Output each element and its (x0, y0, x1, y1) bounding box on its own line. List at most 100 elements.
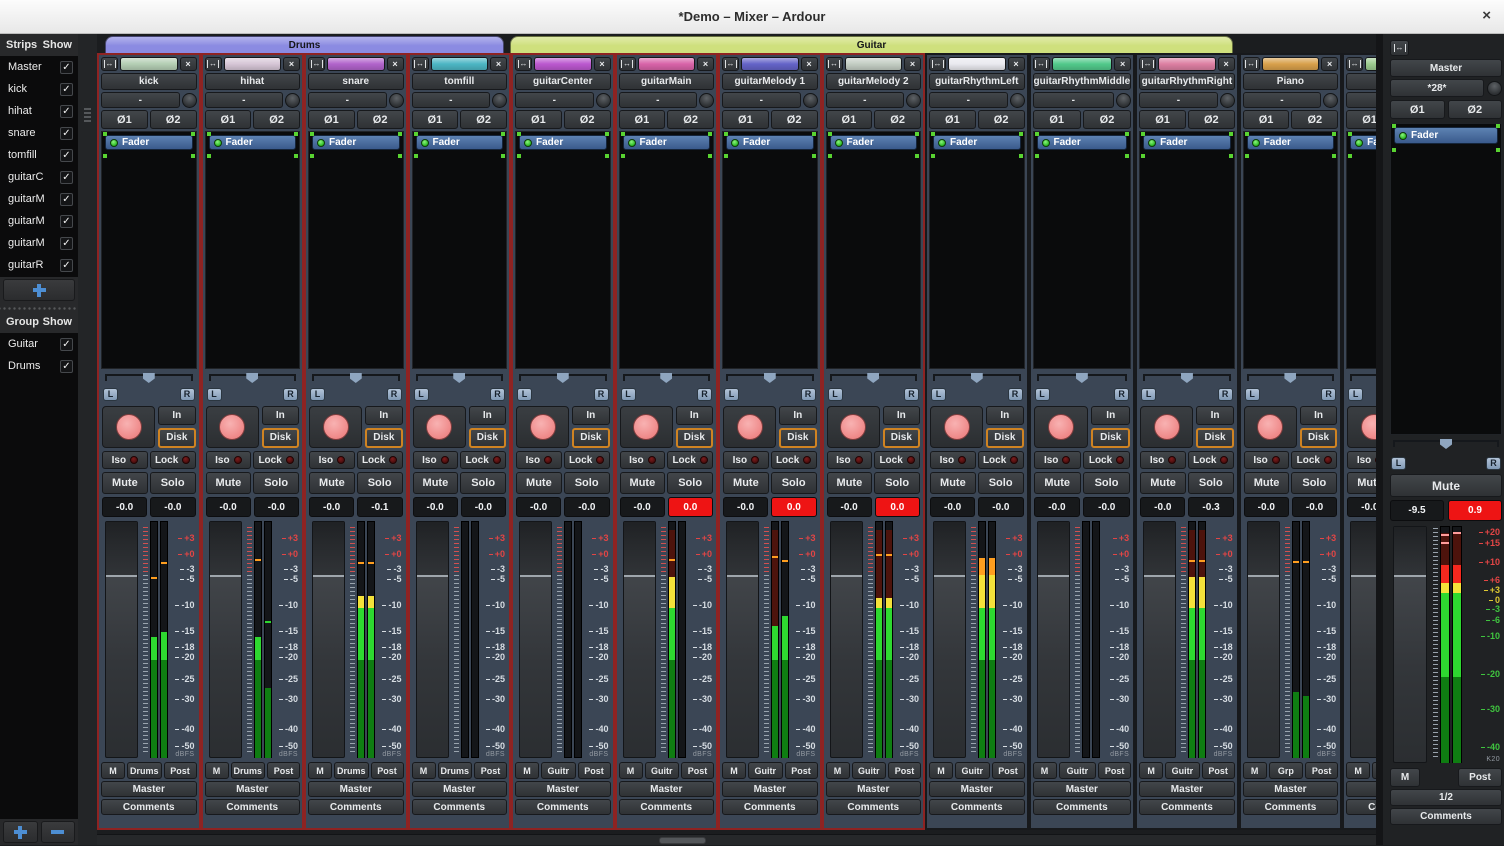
pan-left-button[interactable]: L (1348, 388, 1363, 401)
record-arm-button[interactable] (309, 406, 362, 448)
gain-display[interactable]: -0.0 (1140, 497, 1185, 517)
channel-fader[interactable] (416, 521, 449, 758)
show-checkbox[interactable]: ✓ (60, 215, 73, 228)
strip-hide-button[interactable]: × (283, 57, 300, 71)
stereo-panner[interactable]: L R (620, 372, 714, 402)
solo-lock-button[interactable]: Lock (771, 451, 817, 469)
pan-left-button[interactable]: L (621, 388, 636, 401)
channel-fader[interactable] (623, 521, 656, 758)
panner-handle[interactable] (143, 373, 155, 383)
strip-hide-button[interactable]: × (1321, 57, 1338, 71)
input-button[interactable]: - (1243, 92, 1322, 108)
panner-handle[interactable] (764, 373, 776, 383)
solo-lock-button[interactable]: Lock (874, 451, 920, 469)
strip-hide-button[interactable]: × (1008, 57, 1025, 71)
pan-left-button[interactable]: L (931, 388, 946, 401)
solo-isolate-button[interactable]: Iso (1034, 451, 1081, 469)
solo-isolate-button[interactable]: Iso (827, 451, 873, 469)
processor-active-led-icon[interactable] (317, 139, 325, 147)
processor-box[interactable]: Fader (1243, 131, 1339, 369)
peak-display[interactable]: -0.0 (1292, 497, 1337, 517)
peak-display[interactable]: -0.0 (461, 497, 506, 517)
gain-display[interactable]: -0.0 (930, 497, 975, 517)
processor-box[interactable]: Fader (1346, 131, 1376, 369)
record-arm-button[interactable] (620, 406, 673, 448)
group-button[interactable]: Guitr (541, 762, 576, 779)
peak-display[interactable]: -0.1 (357, 497, 402, 517)
strip-name-button[interactable]: guitarMain (619, 73, 715, 90)
group-button[interactable]: Grp (1269, 762, 1304, 779)
group-button[interactable]: Grp (1372, 762, 1376, 779)
add-track-button[interactable] (3, 279, 75, 301)
meter-point-button[interactable]: Post (681, 762, 714, 779)
metering-button[interactable]: M (722, 762, 746, 779)
strip-width-toggle[interactable]: ↔ (412, 57, 429, 71)
record-arm-button[interactable] (1034, 406, 1089, 448)
phase-1-button[interactable]: Ø1 (1139, 110, 1186, 129)
solo-button[interactable]: Solo (874, 472, 920, 494)
gain-display[interactable]: -0.0 (1034, 497, 1081, 517)
strip-color-bar[interactable] (1052, 57, 1113, 71)
strip-hide-button[interactable]: × (801, 57, 818, 71)
strip-name-button[interactable]: tomfill (412, 73, 508, 90)
input-button[interactable]: - (1346, 92, 1376, 108)
processor-box[interactable]: Fader (826, 131, 922, 369)
channel-fader[interactable] (1247, 521, 1280, 758)
panner-handle[interactable] (867, 373, 879, 383)
phase-2-button[interactable]: Ø2 (874, 110, 921, 129)
monitor-disk-button[interactable]: Disk (572, 428, 609, 449)
show-checkbox[interactable]: ✓ (60, 237, 73, 250)
sidebar-strip-guitarm[interactable]: guitarM✓ (0, 232, 78, 254)
meter-point-button[interactable]: Post (1458, 768, 1502, 787)
phase-2-button[interactable]: Ø2 (460, 110, 507, 129)
strip-width-toggle[interactable]: ↔ (1243, 57, 1260, 71)
processor-active-led-icon[interactable] (1042, 139, 1050, 147)
panner-handle[interactable] (1440, 439, 1452, 449)
fader-processor[interactable]: Fader (519, 135, 607, 150)
phase-1-button[interactable]: Ø1 (1390, 100, 1445, 119)
peak-display[interactable]: -0.0 (1083, 497, 1130, 517)
monitor-disk-button[interactable]: Disk (676, 428, 713, 449)
strip-hide-button[interactable]: × (490, 57, 507, 71)
output-button[interactable]: Master (619, 781, 715, 797)
output-button[interactable]: Master (412, 781, 508, 797)
phase-1-button[interactable]: Ø1 (1033, 110, 1081, 129)
monitor-disk-button[interactable]: Disk (779, 428, 816, 449)
phase-2-button[interactable]: Ø2 (150, 110, 197, 129)
solo-isolate-button[interactable]: Iso (1140, 451, 1186, 469)
mute-button[interactable]: Mute (1390, 474, 1502, 497)
phase-2-button[interactable]: Ø2 (564, 110, 611, 129)
processor-box[interactable]: Fader (308, 131, 404, 369)
fader-processor[interactable]: Fader (416, 135, 504, 150)
trim-knob[interactable] (596, 93, 611, 108)
phase-1-button[interactable]: Ø1 (1346, 110, 1376, 129)
gain-display[interactable]: -0.0 (516, 497, 561, 517)
channel-fader[interactable] (1350, 521, 1376, 758)
comments-button[interactable]: Comments (1243, 799, 1339, 815)
input-button[interactable]: - (308, 92, 387, 108)
phase-1-button[interactable]: Ø1 (515, 110, 562, 129)
gain-display[interactable]: -0.0 (723, 497, 768, 517)
sidebar-strip-guitarm[interactable]: guitarM✓ (0, 210, 78, 232)
processor-active-led-icon[interactable] (938, 139, 946, 147)
processor-box[interactable]: Fader (1139, 131, 1235, 369)
group-button[interactable]: Guitr (852, 762, 887, 779)
monitor-input-button[interactable]: In (365, 406, 402, 425)
stereo-panner[interactable]: L R (413, 372, 507, 402)
solo-button[interactable]: Solo (1188, 472, 1234, 494)
solo-isolate-button[interactable]: Iso (1347, 451, 1376, 469)
sidebar-strip-guitarr[interactable]: guitarR✓ (0, 254, 78, 276)
window-close-icon[interactable]: × (1482, 8, 1491, 24)
monitor-input-button[interactable]: In (986, 406, 1023, 425)
panner-handle[interactable] (1284, 373, 1296, 383)
fader-processor[interactable]: Fader (1350, 135, 1376, 150)
mute-button[interactable]: Mute (206, 472, 252, 494)
strip-name-button[interactable]: st (1346, 73, 1376, 90)
trim-knob[interactable] (285, 93, 300, 108)
channel-fader[interactable] (105, 521, 138, 758)
fader-processor[interactable]: Fader (933, 135, 1021, 150)
channel-fader[interactable] (1037, 521, 1070, 758)
fader-processor[interactable]: Fader (1247, 135, 1335, 150)
solo-isolate-button[interactable]: Iso (930, 451, 976, 469)
strip-width-toggle[interactable]: ↔ (1346, 57, 1363, 71)
